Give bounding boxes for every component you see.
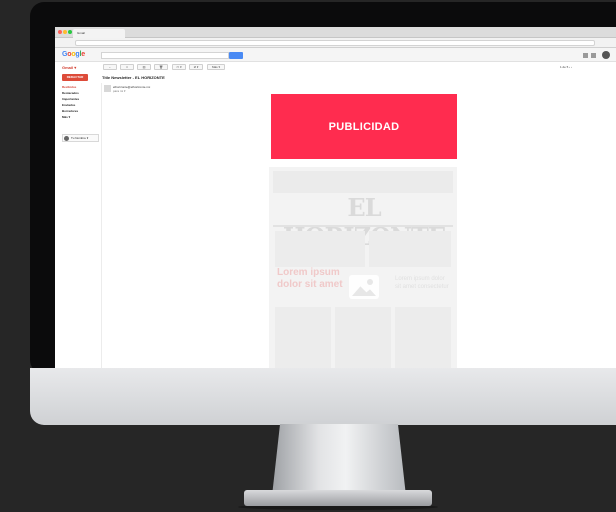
sidebar-item-inbox[interactable]: Recibidos [62,85,76,89]
settings-icon[interactable] [591,53,596,58]
compose-button[interactable]: REDACTAR [62,74,88,81]
maximize-window-dot[interactable] [68,30,72,34]
search-button[interactable] [229,52,243,59]
email-subject: Title Newsletter - EL HORIZONTE [102,75,165,80]
image-icon-sun [367,279,373,285]
gmail-menu-label[interactable]: Gmail ▾ [62,65,76,70]
newspaper-column-3 [395,307,451,370]
newspaper-image[interactable]: EL HORIZONTE Lorem ipsum dolor sit amet … [269,167,457,370]
sender-avatar [104,85,111,92]
google-logo[interactable]: Google [62,51,85,58]
move-to-button[interactable]: ▭ ▾ [172,64,186,70]
archive-button[interactable]: □ [120,64,134,70]
monitor-screen: Gmail Google Gmail ▾ ← □ ▥ 🗑 ▭ ▾ ⊘ ▾ Más… [55,27,616,370]
delete-button[interactable]: 🗑 [154,64,168,70]
hangouts-user[interactable]: Tu Nombre ▾ [62,134,99,142]
sidebar-item-important[interactable]: Importantes [62,97,79,101]
imac-mockup: Gmail Google Gmail ▾ ← □ ▥ 🗑 ▭ ▾ ⊘ ▾ Más… [0,0,616,512]
advertisement-label: PUBLICIDAD [328,120,400,133]
hangout-username: Tu Nombre ▾ [71,136,89,140]
sidebar-item-starred[interactable]: Destacados [62,91,79,95]
newspaper-side-text: Lorem ipsum dolor sit amet consectetur [395,276,449,290]
pagination[interactable]: 1 de 5 ‹ › [560,65,572,69]
apps-icon[interactable] [583,53,588,58]
sidebar-item-drafts[interactable]: Borradores [62,109,78,113]
search-input[interactable] [101,52,229,59]
close-window-dot[interactable] [58,30,62,34]
image-icon-mountain [352,286,376,296]
monitor-stand-neck [272,424,406,496]
image-placeholder-icon [349,275,379,299]
browser-titlebar: Gmail [55,27,616,38]
monitor-chin [30,368,616,425]
address-bar [55,38,616,48]
newspaper-side-block [369,231,451,267]
newspaper-column-1 [275,307,331,370]
newspaper-top-strip [273,171,453,193]
monitor-stand-foot [244,490,432,506]
labels-button[interactable]: ⊘ ▾ [189,64,203,70]
back-button[interactable]: ← [103,64,117,70]
advertisement-banner[interactable]: PUBLICIDAD [271,94,457,159]
avatar[interactable] [602,51,610,59]
newspaper-column-2 [335,307,391,370]
sidebar-item-more[interactable]: Más ▾ [62,115,70,119]
minimize-window-dot[interactable] [63,30,67,34]
gmail-header: Google [55,48,616,62]
more-button[interactable]: Más ▾ [207,64,225,70]
logo-letter: e [81,51,85,58]
sidebar-item-sent[interactable]: Enviados [62,103,75,107]
email-recipient[interactable]: para mí ▾ [113,89,126,93]
newspaper-photo-block [275,231,365,267]
browser-tab[interactable]: Gmail [73,29,125,38]
url-field[interactable] [75,40,595,46]
hangout-avatar [64,136,69,141]
newspaper-rule [273,225,453,227]
spam-button[interactable]: ▥ [137,64,151,70]
